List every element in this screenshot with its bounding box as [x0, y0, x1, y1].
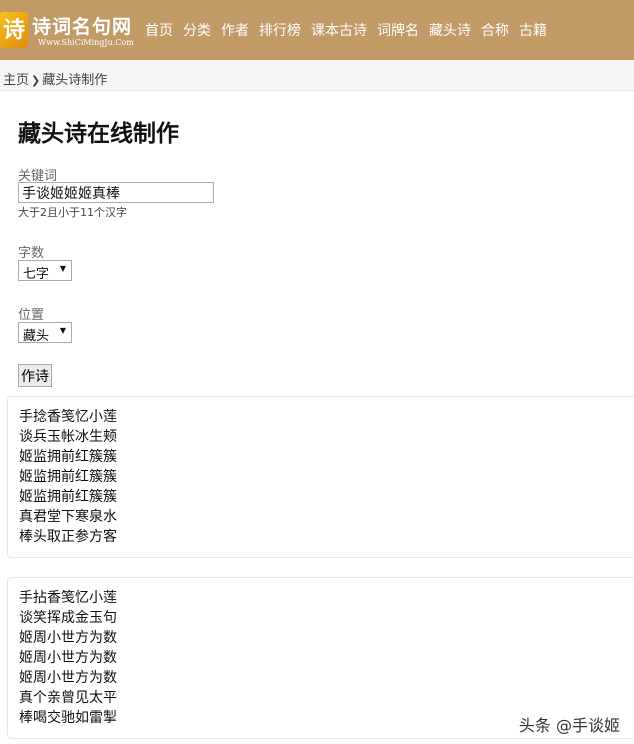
submit-button[interactable]: 作诗 [18, 364, 52, 387]
nav-category[interactable]: 分类 [183, 20, 211, 40]
logo-url: Www.ShiCiMingJu.Com [38, 38, 134, 47]
poem-line: 姬监拥前红簇簇 [19, 449, 117, 465]
poem-line: 谈兵玉帐冰生颊 [19, 429, 117, 445]
chevron-right-icon: ❯ [31, 74, 41, 87]
nav-acrostic[interactable]: 藏头诗 [429, 20, 471, 40]
nav-author[interactable]: 作者 [221, 20, 249, 40]
poem-line: 姬周小世方为数 [19, 650, 117, 666]
logo-mark-icon: 诗 [0, 12, 28, 48]
site-logo[interactable]: 诗 诗词名句网 Www.ShiCiMingJu.Com [0, 0, 140, 60]
dropdown-arrow-icon: ▼ [59, 326, 66, 335]
breadcrumb-current: 藏头诗制作 [42, 73, 108, 88]
poem-line: 棒头取正参方客 [19, 529, 117, 545]
nav-textbook[interactable]: 课本古诗 [311, 20, 367, 40]
poem-line: 真个亲曾见太平 [19, 690, 117, 706]
result-card: 手捻香笺忆小莲 谈兵玉帐冰生颊 姬监拥前红簇簇 姬监拥前红簇簇 姬监拥前红簇簇 … [7, 396, 634, 558]
poem-line: 谈笑挥成金玉句 [19, 610, 117, 626]
keyword-input[interactable] [18, 182, 214, 203]
breadcrumb: 主页 ❯ 藏头诗制作 [0, 60, 634, 91]
main-nav: 首页 分类 作者 排行榜 课本古诗 词牌名 藏头诗 合称 古籍 [145, 20, 547, 40]
keyword-hint: 大于2且小于11个汉字 [18, 206, 127, 219]
breadcrumb-home[interactable]: 主页 [3, 73, 29, 88]
poem-line: 手捻香笺忆小莲 [19, 409, 117, 425]
position-label: 位置 [18, 308, 45, 323]
dropdown-arrow-icon: ▼ [59, 264, 66, 273]
nav-classics[interactable]: 古籍 [519, 20, 547, 40]
poem-line: 姬监拥前红簇簇 [19, 469, 117, 485]
count-value: 七字 [23, 267, 50, 282]
position-value: 藏头 [23, 329, 50, 344]
position-select[interactable]: 藏头 ▼ [18, 322, 72, 344]
nav-collective[interactable]: 合称 [481, 20, 509, 40]
logo-text: 诗词名句网 [32, 16, 133, 38]
count-label: 字数 [18, 246, 45, 261]
nav-cipai[interactable]: 词牌名 [377, 20, 419, 40]
nav-home[interactable]: 首页 [145, 20, 173, 40]
poem-line: 真君堂下寒泉水 [19, 509, 117, 525]
poem-line: 手拈香笺忆小莲 [19, 590, 117, 606]
poem-line: 姬周小世方为数 [19, 630, 117, 646]
count-select[interactable]: 七字 ▼ [18, 260, 72, 282]
nav-ranking[interactable]: 排行榜 [259, 20, 301, 40]
page-title: 藏头诗在线制作 [18, 121, 179, 147]
poem-line: 姬监拥前红簇簇 [19, 489, 117, 505]
poem-line: 姬周小世方为数 [19, 670, 117, 686]
watermark: 头条 @手谈姬 [518, 716, 620, 735]
site-header: 诗 诗词名句网 Www.ShiCiMingJu.Com 首页 分类 作者 排行榜… [0, 0, 634, 60]
